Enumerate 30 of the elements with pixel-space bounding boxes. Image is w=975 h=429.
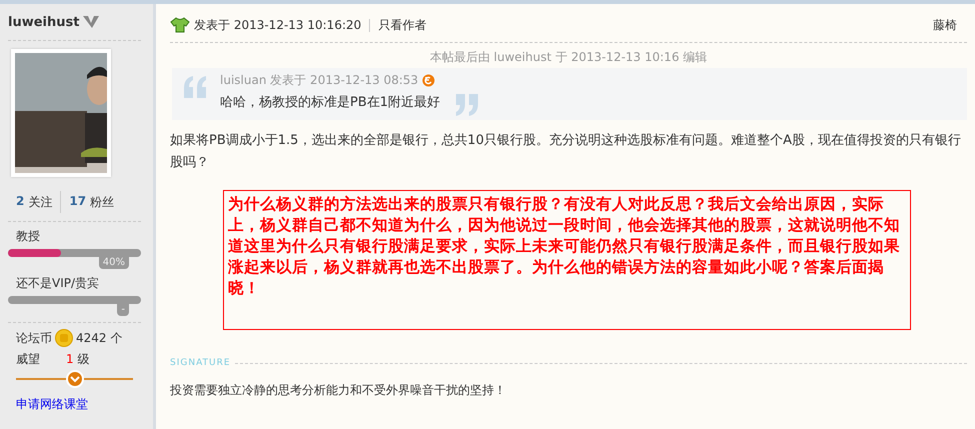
floor-label: 藤椅	[933, 16, 958, 34]
stat-label[interactable]: 关注	[28, 194, 52, 210]
signature-text: 投资需要独立冷静的思考分析能力和不受外界噪音干扰的坚持！	[170, 382, 507, 399]
rank-title: 教授	[16, 228, 41, 245]
rank-title: 还不是VIP/贵宾	[16, 275, 100, 292]
quote-byline: luisluan 发表于 2013-12-13 08:53	[220, 72, 418, 89]
edit-note: 本帖最后由 luweihust 于 2013-12-13 10:16 编辑	[428, 49, 708, 66]
signature-label: SIGNATURE	[170, 358, 231, 368]
username[interactable]: luweihust	[8, 14, 80, 30]
coins-label: 论坛币	[16, 330, 52, 346]
coin-icon	[55, 329, 73, 347]
stat-label[interactable]: 粉丝	[90, 194, 114, 210]
only-author-link[interactable]: 只看作者	[378, 16, 426, 34]
progress-reading: 40%	[98, 257, 129, 269]
quote-text: 哈哈，杨教授的标准是PB在1附近最好	[220, 94, 440, 111]
post-body: 如果将PB调成小于1.5，选出来的全部是银行，总共10只银行股。充分说明这种选股标准有问题。难道整个A股，现在值得投资的只有银行股吗？	[170, 132, 962, 172]
coins-value: 4242 个	[76, 330, 122, 346]
shirt-icon	[170, 17, 190, 33]
jump-icon[interactable]	[422, 74, 436, 87]
v-icon	[83, 16, 100, 28]
prestige-value: 1 级	[66, 351, 90, 368]
highlight-text: 为什么杨义群的方法选出来的股票只有银行股？有没有人对此反思？我后文会给出原因，实际上，杨义群自己都不知道为什么，因为他说过一段时间，他会选择其他的股票，这就说明他不知道这里为什么只有银行股满足要求，实际上未来可能仍然只有银行股满足条件，而且银行股如果涨起来以后，杨义群就再也选不出股票了。为什么他的错误方法的容量如此小呢？答案后面揭晓！	[228, 194, 901, 299]
open-quote-icon	[182, 76, 208, 98]
stat-count[interactable]: 17	[69, 194, 86, 210]
stat-count[interactable]: 2	[16, 194, 24, 210]
apply-link[interactable]: 申请网络课堂	[16, 396, 88, 413]
post-time: 发表于 2013-12-13 10:16:20	[194, 16, 362, 34]
close-quote-icon	[454, 94, 480, 116]
progress-reading: -	[117, 304, 129, 316]
prestige-label: 威望	[16, 351, 40, 368]
